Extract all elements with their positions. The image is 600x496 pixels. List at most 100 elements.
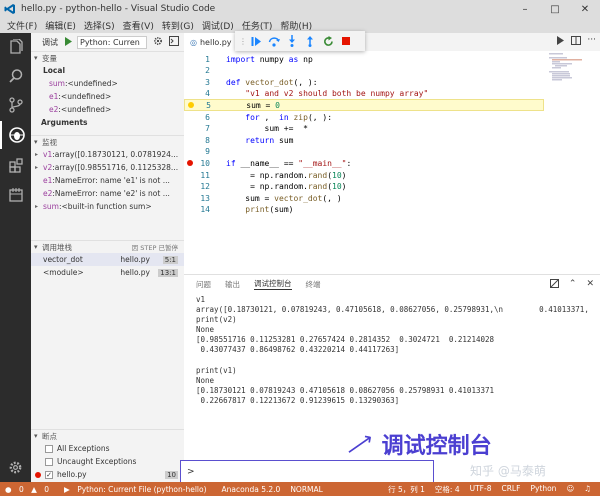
- run-button[interactable]: [556, 36, 565, 48]
- code-line[interactable]: 13 sum = vector_dot(, ): [184, 192, 544, 204]
- chevron-up-icon[interactable]: ⌃: [569, 279, 577, 291]
- code-line[interactable]: 4 "v1 and v2 should both be numpy array": [184, 88, 544, 100]
- close-button[interactable]: ✕: [570, 0, 600, 18]
- step-into-button[interactable]: [285, 34, 299, 48]
- code-editor[interactable]: 1 import numpy as np 2 3 def vector_dot(, ):…: [184, 51, 600, 274]
- code-line[interactable]: 2: [184, 65, 544, 77]
- debug-config-label: Python: Current File (python-hello): [77, 484, 207, 494]
- more-actions-button[interactable]: ···: [587, 36, 596, 48]
- debug-console-button[interactable]: [169, 36, 179, 48]
- error-count: 0: [18, 484, 24, 494]
- close-panel-icon[interactable]: ✕: [586, 279, 594, 291]
- watch-row[interactable]: e2: NameError: name 'e2' is not ...: [31, 187, 184, 200]
- scm-activity[interactable]: [0, 91, 31, 119]
- code-line[interactable]: 9: [184, 146, 544, 158]
- stop-button[interactable]: [339, 34, 353, 48]
- variable-row[interactable]: sum: <undefined>: [31, 77, 184, 90]
- breakpoint-checkbox[interactable]: ✓: [45, 470, 53, 479]
- interpreter-status[interactable]: Anaconda 5.2.0: [217, 485, 286, 494]
- drag-handle-icon[interactable]: ⋮: [239, 37, 247, 46]
- language-status[interactable]: Python: [525, 484, 561, 495]
- debug-console-input[interactable]: >: [180, 460, 434, 483]
- editor-tab-hello-py[interactable]: ◎ hello.py: [184, 33, 237, 51]
- callstack-frame[interactable]: <module> hello.py 13:1: [31, 266, 184, 279]
- arguments-scope[interactable]: Arguments: [31, 116, 184, 129]
- remote-activity[interactable]: [0, 181, 31, 209]
- variable-value: <undefined>: [60, 92, 112, 101]
- watch-section-header[interactable]: ▾ 监视: [31, 135, 184, 148]
- breakpoint-checkbox[interactable]: [45, 457, 53, 466]
- maximize-button[interactable]: □: [540, 0, 570, 18]
- variable-row[interactable]: e2: <undefined>: [31, 103, 184, 116]
- menu-edit[interactable]: 编辑(E): [41, 19, 80, 32]
- code-line[interactable]: 8 return sum: [184, 134, 544, 146]
- code-line[interactable]: 5 sum = 0: [184, 99, 544, 112]
- menu-debug[interactable]: 调试(D): [198, 19, 238, 32]
- split-editor-button[interactable]: [571, 36, 582, 48]
- eol-status[interactable]: CRLF: [496, 484, 525, 495]
- extensions-activity[interactable]: [0, 151, 31, 179]
- code-line[interactable]: 3 def vector_dot(, ):: [184, 76, 544, 88]
- breakpoint-item[interactable]: All Exceptions: [31, 442, 184, 455]
- continue-button[interactable]: [249, 34, 263, 48]
- watch-value: NameError: name 'e2' is not ...: [54, 189, 170, 198]
- debug-config-status[interactable]: ▶ Python: Current File (python-hello): [59, 485, 216, 494]
- breakpoints-section-header[interactable]: ▾ 断点: [31, 429, 184, 442]
- minimize-button[interactable]: –: [510, 0, 540, 18]
- panel-tab-debug-console[interactable]: 调试控制台: [254, 278, 292, 290]
- watch-row[interactable]: ▸ v1: array([0.18730121, 0.0781924...: [31, 148, 184, 161]
- menu-go[interactable]: 转到(G): [158, 19, 198, 32]
- source-control-icon: [8, 97, 23, 113]
- clear-console-button[interactable]: [549, 279, 559, 291]
- code-line[interactable]: 10 if __name__ == "__main__":: [184, 157, 544, 169]
- problems-status[interactable]: ● 0 ▲ 0: [0, 485, 59, 494]
- code-line[interactable]: 11 = np.random.rand(10): [184, 169, 544, 181]
- variables-section-header[interactable]: ▾ 变量: [31, 51, 184, 64]
- breakpoint-item[interactable]: ✓ hello.py 10: [31, 468, 184, 481]
- search-icon: [8, 69, 22, 83]
- watch-row[interactable]: ▸ sum: <built-in function sum>: [31, 200, 184, 213]
- callstack-section-header[interactable]: ▾ 调用堆栈 因 STEP 已暂停: [31, 240, 184, 253]
- gear-icon: [154, 37, 162, 45]
- search-activity[interactable]: [0, 62, 31, 90]
- step-over-button[interactable]: [267, 34, 281, 48]
- variable-row[interactable]: e1: <undefined>: [31, 90, 184, 103]
- debug-activity[interactable]: [0, 121, 31, 149]
- variables-title: 变量: [42, 53, 57, 63]
- code-line[interactable]: 14 print(sum): [184, 204, 544, 216]
- watch-expression: e1: [43, 176, 53, 185]
- watch-row[interactable]: e1: NameError: name 'e1' is not ...: [31, 174, 184, 187]
- code-line[interactable]: 7 sum += *: [184, 123, 544, 135]
- menu-file[interactable]: 文件(F): [3, 19, 41, 32]
- bell-icon[interactable]: ♫: [579, 484, 596, 495]
- code-line[interactable]: 6 for , in zip(, ):: [184, 111, 544, 123]
- step-out-icon: [307, 36, 313, 47]
- explorer-activity[interactable]: [0, 33, 31, 61]
- variable-name: sum: [49, 79, 65, 88]
- feedback-icon[interactable]: ☺: [561, 484, 579, 495]
- panel-tab-terminal[interactable]: 终端: [306, 279, 321, 290]
- menu-selection[interactable]: 选择(S): [80, 19, 119, 32]
- encoding-status[interactable]: UTF-8: [465, 484, 497, 495]
- code-line[interactable]: 12 = np.random.rand(10): [184, 181, 544, 193]
- watch-row[interactable]: ▸ v2: array([0.98551716, 0.1125328...: [31, 161, 184, 174]
- panel-tab-output[interactable]: 输出: [225, 279, 240, 290]
- panel-tab-problems[interactable]: 问题: [196, 279, 211, 290]
- settings-activity[interactable]: [0, 453, 31, 481]
- restart-button[interactable]: [321, 34, 335, 48]
- indentation-status[interactable]: 空格: 4: [430, 484, 465, 495]
- start-debugging-button[interactable]: [64, 36, 73, 48]
- breakpoint-item[interactable]: Uncaught Exceptions: [31, 455, 184, 468]
- callstack-frame[interactable]: vector_dot hello.py 5:1: [31, 253, 184, 266]
- debug-config-select[interactable]: Python: Curren: [77, 35, 147, 49]
- debug-settings-button[interactable]: [153, 36, 163, 48]
- breakpoint-checkbox[interactable]: [45, 444, 53, 453]
- chevron-down-icon: ▾: [34, 138, 38, 146]
- arrow-icon: ⟶: [340, 425, 378, 463]
- gear-icon: [9, 461, 22, 473]
- local-scope[interactable]: Local: [31, 64, 184, 77]
- cursor-position[interactable]: 行 5，列 1: [383, 484, 430, 495]
- step-out-button[interactable]: [303, 34, 317, 48]
- code-line[interactable]: 1 import numpy as np: [184, 53, 544, 65]
- menu-view[interactable]: 查看(V): [119, 19, 158, 32]
